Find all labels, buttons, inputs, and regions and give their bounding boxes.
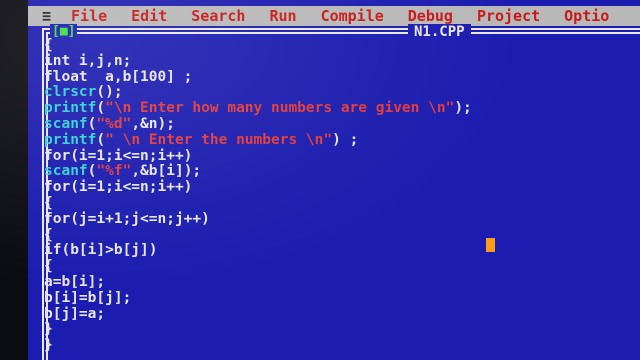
code-line: } [44, 337, 53, 354]
menu-compile[interactable]: Compile [309, 7, 396, 25]
menu-search-label: Search [191, 7, 246, 25]
menu-edit-label: Edit [131, 7, 168, 25]
close-box-label: [■] [52, 24, 76, 39]
system-menu-icon[interactable]: ≡ [28, 7, 59, 25]
code-line: { [44, 37, 53, 53]
code-line: scanf("%d",&n); [44, 115, 175, 132]
window-close-box[interactable]: [■] [50, 24, 78, 39]
code-editor[interactable]: {int i,j,n; float a,b[100] ; clrscr(); prin… [44, 37, 634, 354]
menu-options-label: Optio [564, 7, 610, 25]
menu-file-label: File [71, 7, 108, 25]
code-line: { [44, 194, 53, 211]
ide-screen: ≡ File Edit Search Run Compile Debug Pro… [28, 0, 640, 360]
menu-project[interactable]: Project [465, 7, 552, 25]
menu-debug[interactable]: Debug [396, 7, 465, 25]
menu-file[interactable]: File [59, 7, 119, 25]
menu-options[interactable]: Optio [552, 7, 621, 25]
menu-compile-label: Compile [320, 7, 384, 25]
code-line: int i,j,n; [44, 52, 132, 69]
menu-search[interactable]: Search [179, 7, 257, 25]
code-line: for(j=i+1;j<=n;j++) [44, 210, 210, 227]
code-line: { [44, 258, 53, 275]
code-line: for(i=1;i<=n;i++) [44, 147, 193, 164]
text-cursor [486, 238, 495, 252]
code-line: scanf("%f",&b[i]); [44, 163, 202, 180]
code-line: clrscr(); [44, 84, 123, 101]
menu-run[interactable]: Run [257, 7, 308, 25]
code-line: } [44, 321, 53, 338]
menu-run-label: Run [269, 7, 297, 25]
code-line: printf("\n Enter how many numbers are gi… [44, 100, 472, 117]
code-line: b[j]=a; [44, 305, 106, 322]
code-line: b[i]=b[j]; [44, 289, 132, 306]
code-line: for(i=1;i<=n;i++) [44, 179, 193, 196]
menu-edit[interactable]: Edit [119, 7, 179, 25]
code-line: float a,b[100] ; [44, 68, 193, 85]
menu-debug-label: Debug [407, 7, 453, 25]
code-line: a=b[i]; [44, 273, 106, 290]
menu-project-label: Project [476, 7, 541, 25]
menu-bar: ≡ File Edit Search Run Compile Debug Pro… [28, 6, 640, 26]
code-line: printf(" \n Enter the numbers \n") ; [44, 131, 359, 148]
code-line: if(b[i]>b[j]) [44, 242, 158, 259]
code-line: { [44, 226, 53, 243]
